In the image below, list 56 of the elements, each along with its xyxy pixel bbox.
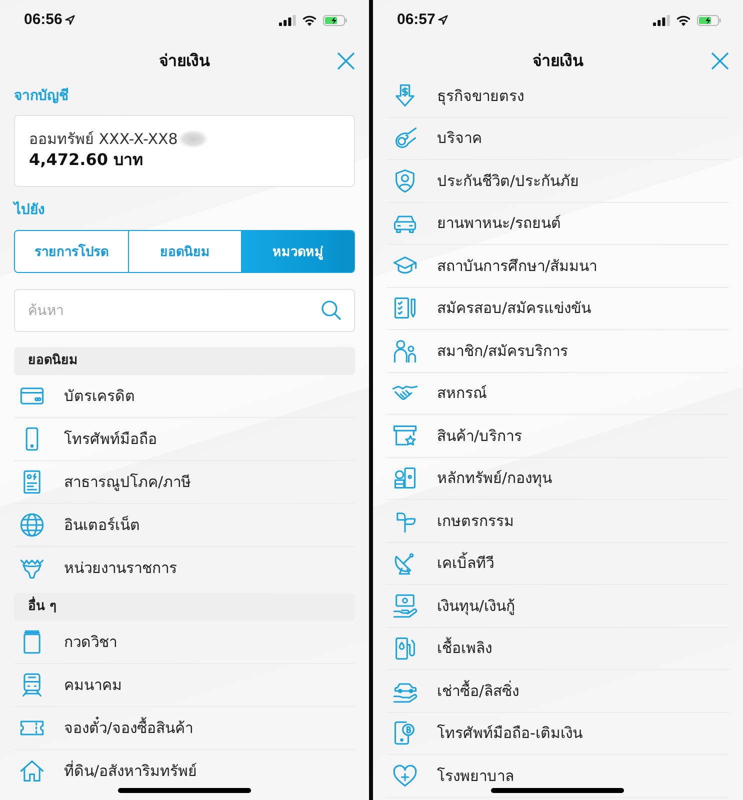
- category-item[interactable]: เชื้อเพลิง: [387, 628, 729, 670]
- section-label: ไปยัง: [14, 201, 46, 219]
- status-time: 06:56: [24, 10, 62, 30]
- battery-icon: [323, 14, 347, 26]
- category-item[interactable]: สินค้า/บริการ: [387, 415, 729, 458]
- category-item[interactable]: บัตรเครดิต: [14, 375, 355, 418]
- location-arrow-icon: [65, 15, 76, 25]
- category-item[interactable]: จองตั๋ว/จองซื้อสินค้า: [14, 707, 355, 750]
- heart-plus-icon: [392, 762, 418, 789]
- globe-icon: [19, 512, 45, 538]
- category-item[interactable]: หลักทรัพย์/กองทุน: [387, 458, 729, 500]
- category-item[interactable]: เกษตรกรรม: [387, 500, 729, 542]
- category-item[interactable]: ยานพาหนะ/รถยนต์: [387, 202, 729, 245]
- status-time: 06:57: [397, 10, 436, 30]
- category-item[interactable]: หน่วยงานราชการ: [14, 547, 355, 590]
- account-balance: 4,472.60 บาท: [29, 149, 144, 171]
- category-item[interactable]: เคเบิ้ลทีวี: [387, 542, 729, 585]
- category-item[interactable]: สหกรณ์: [387, 372, 729, 415]
- coins-safe-icon: [392, 465, 418, 492]
- category-item[interactable]: สาธารณูปโภค/ภาษี: [14, 461, 355, 504]
- section-header: ยอดนิยม: [14, 347, 355, 375]
- account-card[interactable]: ออมทรัพย์ XXX-X-XX8 4,472.60 บาท: [14, 115, 355, 187]
- screen-title: จ่ายเงิน: [159, 50, 210, 72]
- search-icon[interactable]: [321, 300, 341, 320]
- category-item[interactable]: คมนาคม: [14, 664, 355, 707]
- battery-icon: [697, 14, 721, 26]
- category-item[interactable]: บริจาค: [387, 118, 729, 160]
- category-item[interactable]: เช่าซื้อ/ลิสซิ่ง: [387, 670, 729, 712]
- location-arrow-icon: [438, 15, 448, 25]
- signal-icon: [653, 14, 670, 26]
- close-icon[interactable]: [337, 52, 355, 70]
- category-item[interactable]: สถาบันการศึกษา/สัมมนา: [387, 245, 729, 288]
- category-item[interactable]: ประกันชีวิต/ประกันภัย: [387, 160, 729, 202]
- hand-money-icon: [392, 592, 418, 619]
- checklist-pencil-icon: [392, 295, 418, 322]
- screen-title: จ่ายเงิน: [532, 50, 584, 72]
- redaction-blur: [178, 130, 208, 148]
- house-icon: [19, 758, 45, 784]
- search-field[interactable]: ค้นหา: [14, 289, 355, 332]
- category-item[interactable]: ที่ดิน/อสังหาริมทรัพย์: [14, 750, 355, 793]
- category-item[interactable]: เงินทุน/เงินกู้: [387, 585, 729, 628]
- category-item[interactable]: สมาชิก/สมัครบริการ: [387, 330, 729, 372]
- wifi-icon: [302, 14, 317, 26]
- category-item[interactable]: อินเตอร์เน็ต: [14, 504, 355, 547]
- wifi-icon: [676, 14, 691, 26]
- category-item[interactable]: กวดวิชา: [14, 621, 355, 664]
- people-icon: [392, 338, 418, 364]
- account-name: ออมทรัพย์ XXX-X-XX8: [29, 129, 178, 149]
- category-item[interactable]: ธุรกิจขายตรง: [387, 75, 729, 118]
- section-header: อื่น ๆ: [14, 593, 355, 621]
- category-item[interactable]: โทรศัพท์มือถือ-เติมเงิน: [387, 712, 729, 755]
- close-icon[interactable]: [711, 52, 729, 70]
- category-item[interactable]: โทรศัพท์มือถือ: [14, 418, 355, 461]
- category-item[interactable]: สมัครสอบ/สมัครแข่งขัน: [387, 288, 729, 330]
- signal-icon: [279, 14, 296, 26]
- section-label: จากบัญชี: [14, 87, 70, 105]
